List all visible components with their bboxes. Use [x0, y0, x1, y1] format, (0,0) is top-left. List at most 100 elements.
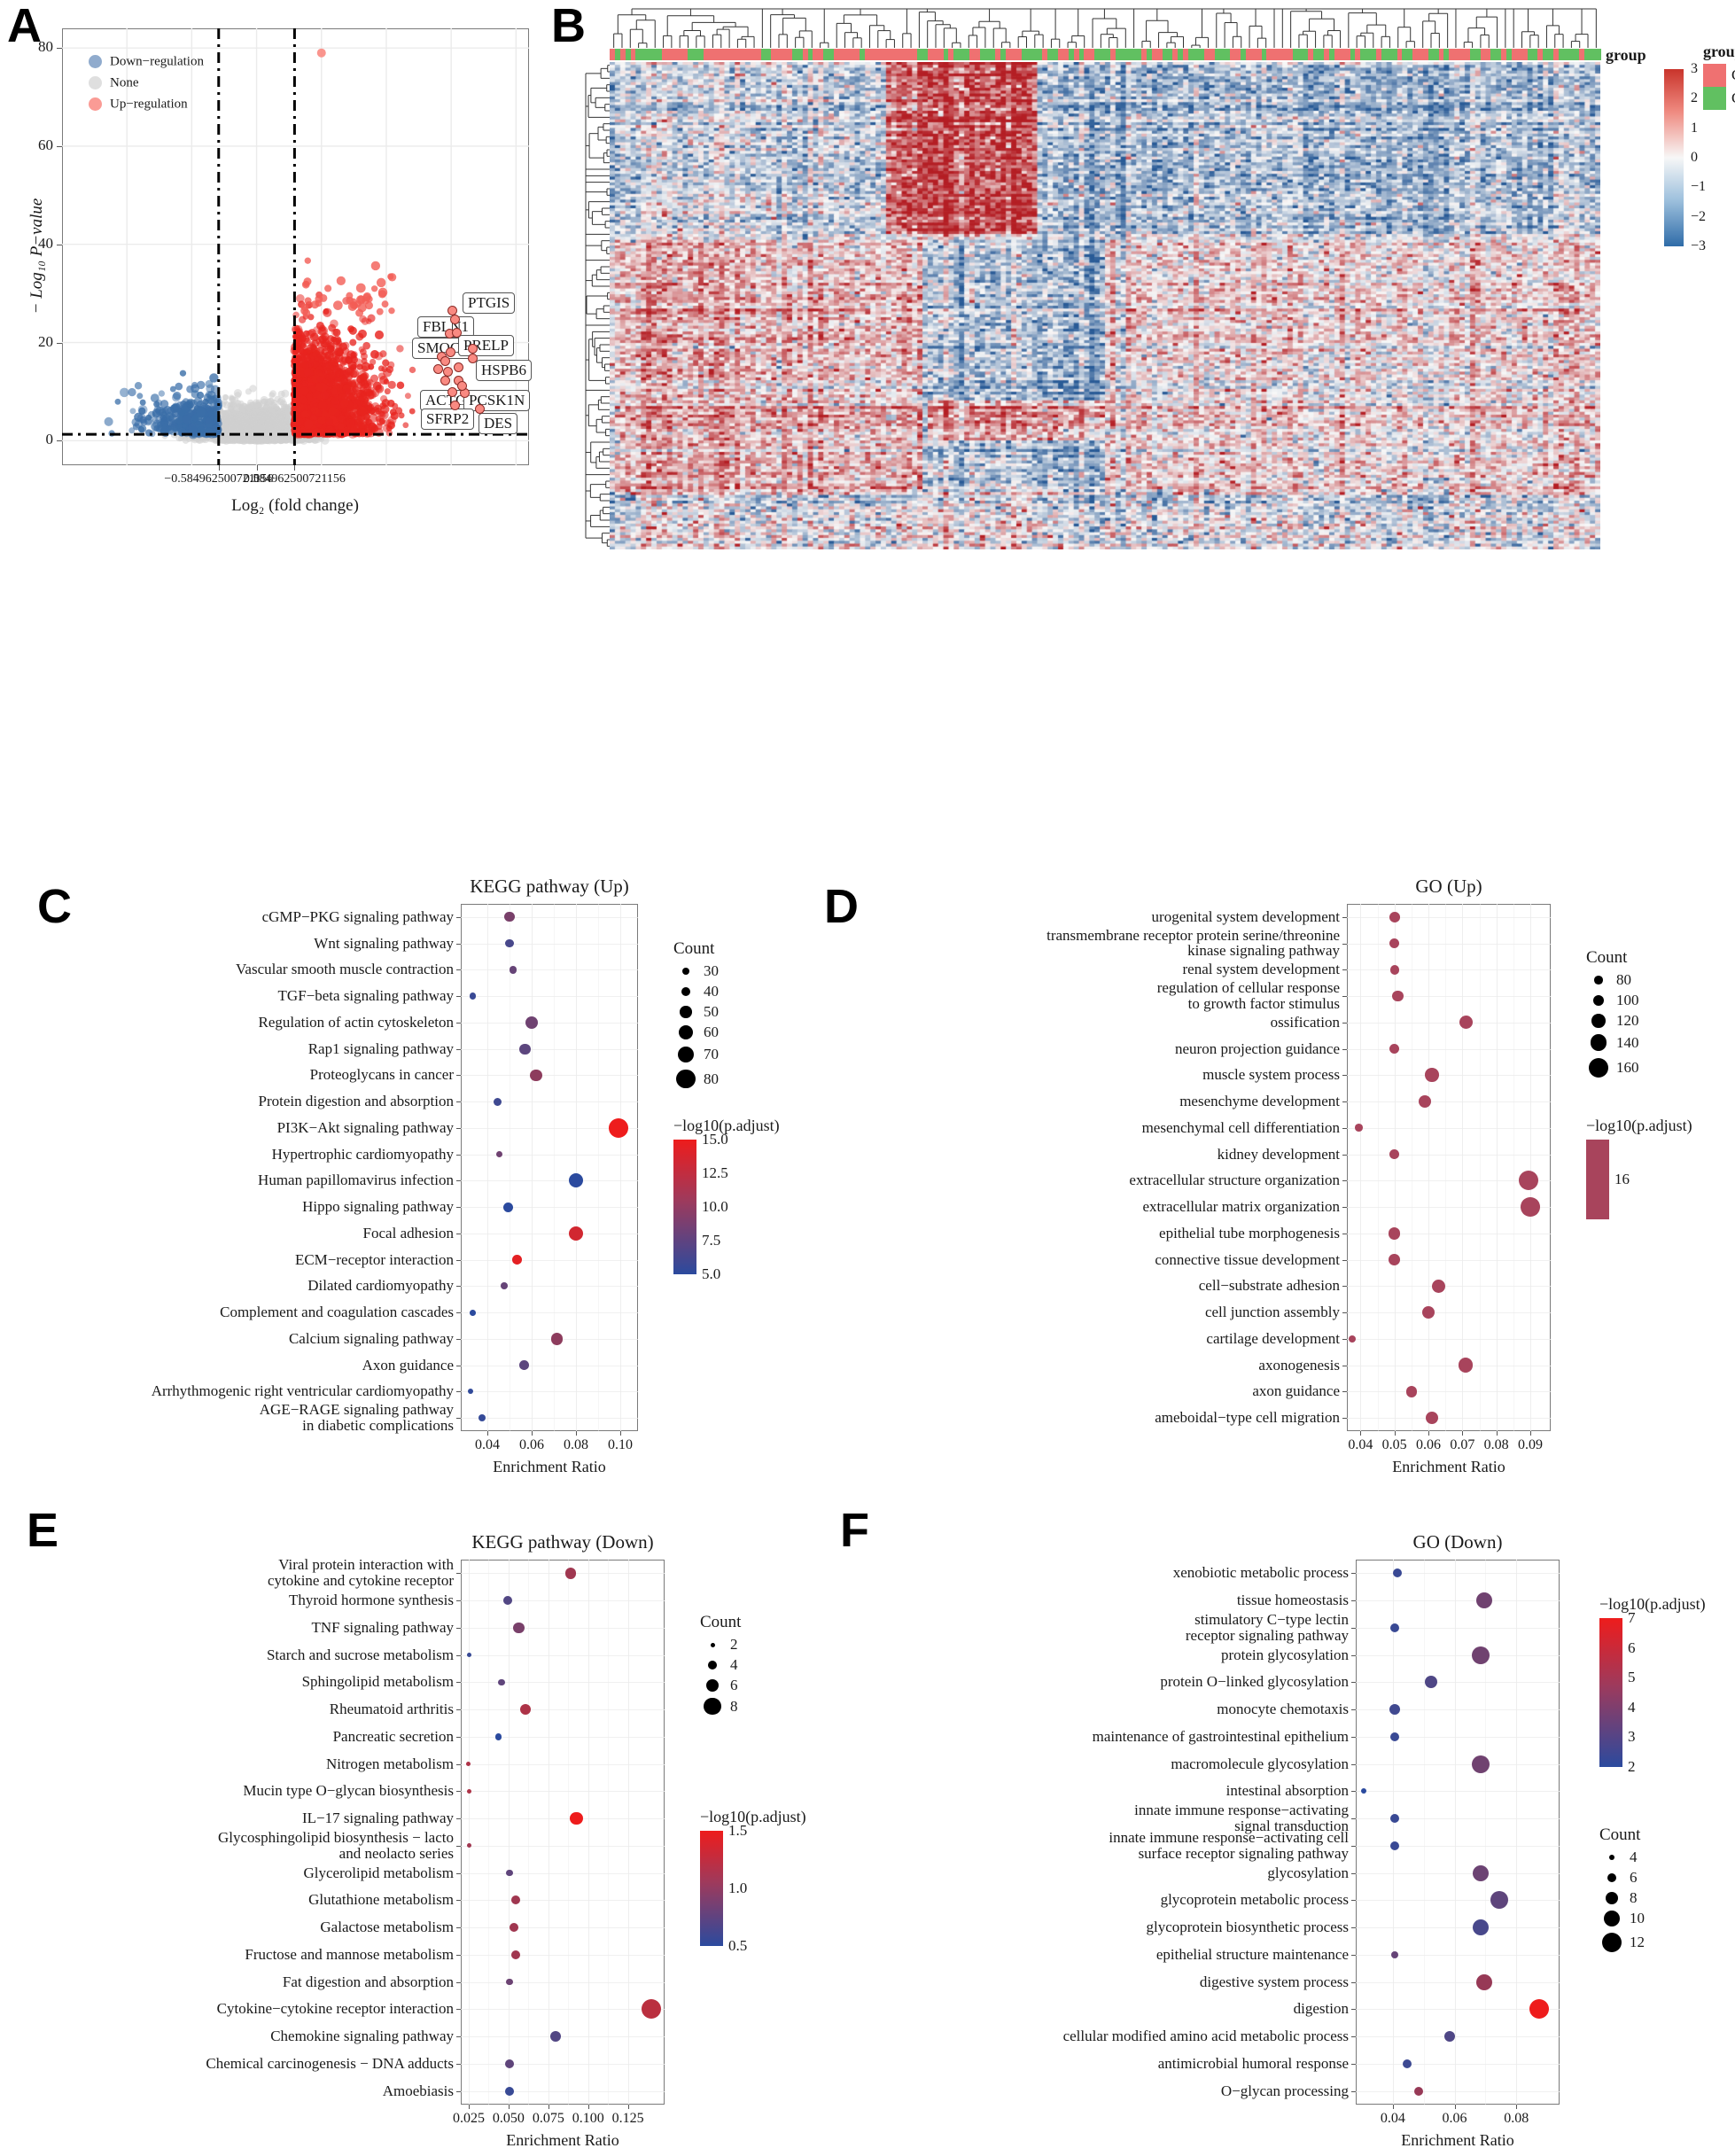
data-point[interactable] — [1475, 1592, 1492, 1609]
x-axis-tick: 0.04 — [1348, 1437, 1373, 1452]
data-point[interactable] — [1389, 965, 1399, 975]
data-point[interactable] — [641, 1999, 661, 2020]
data-point[interactable] — [1402, 2059, 1412, 2068]
x-axis-tick: 0.07 — [1450, 1437, 1475, 1452]
data-point[interactable] — [512, 1255, 523, 1265]
category-label: Nitrogen metabolism — [325, 1755, 454, 1772]
data-point[interactable] — [1473, 1864, 1490, 1881]
data-point[interactable] — [498, 1678, 505, 1686]
category-tickmark — [456, 2090, 461, 2092]
size-legend-label: 80 — [1616, 971, 1631, 988]
data-point[interactable] — [505, 939, 514, 948]
data-point[interactable] — [1355, 1124, 1363, 1132]
data-point[interactable] — [504, 912, 515, 922]
data-point[interactable] — [470, 1309, 477, 1316]
x-axis-tick: 0.08 — [564, 1437, 588, 1452]
data-point[interactable] — [1389, 1149, 1400, 1160]
data-point[interactable] — [1472, 1755, 1490, 1773]
x-axis-tickmark — [1360, 1431, 1362, 1436]
category-tickmark — [1351, 1627, 1356, 1629]
gridline-v-minor — [528, 1560, 530, 2105]
category-label: Sphingolipid metabolism — [301, 1673, 454, 1691]
size-legend-label: 100 — [1616, 992, 1639, 1008]
volcano-highlight-point — [452, 328, 462, 338]
data-point[interactable] — [494, 1733, 502, 1740]
data-point[interactable] — [513, 1622, 525, 1633]
volcano-legend-label: Up−regulation — [110, 97, 188, 112]
data-point[interactable] — [1472, 1646, 1490, 1664]
data-point[interactable] — [1389, 1704, 1400, 1716]
data-point[interactable] — [1389, 911, 1400, 922]
data-point[interactable] — [506, 1978, 513, 1986]
data-point[interactable] — [1425, 1412, 1438, 1425]
size-legend-label: 6 — [730, 1677, 738, 1693]
size-legend-label: 8 — [1630, 1889, 1638, 1906]
size-legend-swatch — [681, 967, 690, 976]
volcano-highlight-point — [457, 381, 467, 391]
data-point[interactable] — [564, 1568, 577, 1579]
data-point[interactable] — [509, 966, 517, 974]
data-point[interactable] — [1389, 1841, 1399, 1850]
data-point[interactable] — [465, 1762, 471, 1767]
data-point[interactable] — [504, 2086, 514, 2096]
data-point[interactable] — [478, 1414, 486, 1422]
gridline-h — [461, 1900, 665, 1902]
data-point[interactable] — [500, 1282, 508, 1290]
data-point[interactable] — [1392, 990, 1404, 1002]
category-label: AGE−RAGE signaling pathway in diabetic co… — [259, 1401, 454, 1435]
size-legend-label: 6 — [1630, 1869, 1638, 1886]
category-label: Axon guidance — [362, 1356, 454, 1374]
data-point[interactable] — [518, 1360, 529, 1370]
panel-e-kegg-down: KEGG pathway (Down) Viral protein interac… — [0, 1480, 851, 2153]
data-point[interactable] — [1405, 1386, 1418, 1397]
category-label: Proteoglycans in cancer — [309, 1066, 454, 1084]
x-axis-tick: 0.09 — [1518, 1437, 1543, 1452]
category-tickmark — [456, 1600, 461, 1602]
data-point[interactable] — [1390, 1950, 1398, 1958]
gridline-h — [461, 1600, 665, 1602]
category-tickmark — [1351, 1600, 1356, 1602]
x-axis-tickmark — [1428, 1431, 1429, 1436]
category-label: ECM−receptor interaction — [294, 1250, 454, 1268]
data-point[interactable] — [519, 1043, 531, 1055]
data-point[interactable] — [569, 1811, 583, 1825]
data-point[interactable] — [519, 1703, 531, 1716]
category-label: connective tissue development — [1155, 1250, 1340, 1268]
data-point[interactable] — [1388, 1227, 1401, 1240]
data-point[interactable] — [551, 1333, 564, 1345]
data-point[interactable] — [1459, 1016, 1473, 1030]
data-point[interactable] — [1432, 1279, 1445, 1293]
data-point[interactable] — [511, 1950, 520, 1959]
data-point[interactable] — [1389, 1254, 1400, 1265]
x-axis-tickmark — [587, 2105, 589, 2109]
x-axis-tick: 0.06 — [519, 1437, 544, 1452]
volcano-x-tickmark — [218, 465, 220, 471]
category-tickmark — [456, 996, 461, 998]
category-tickmark — [456, 1736, 461, 1738]
data-point[interactable] — [504, 2059, 514, 2068]
gridline-h — [1356, 1981, 1560, 1983]
data-point[interactable] — [530, 1069, 542, 1082]
category-label: antimicrobial humoral response — [1157, 2054, 1349, 2072]
data-point[interactable] — [1475, 1973, 1492, 1990]
data-point[interactable] — [1424, 1068, 1439, 1083]
category-label: Pancreatic secretion — [332, 1727, 454, 1745]
data-point[interactable] — [506, 1869, 513, 1877]
data-point[interactable] — [503, 1202, 514, 1212]
data-point[interactable] — [608, 1117, 628, 1138]
size-legend-label: 10 — [1630, 1910, 1645, 1926]
gridline-v-minor — [598, 904, 599, 1431]
size-legend-swatch — [676, 1069, 696, 1089]
data-point[interactable] — [1389, 1623, 1399, 1632]
category-tickmark — [456, 969, 461, 971]
data-point[interactable] — [1389, 1814, 1399, 1824]
data-point[interactable] — [1348, 1335, 1356, 1343]
volcano-y-tickmark — [57, 145, 62, 147]
data-point[interactable] — [503, 1596, 512, 1606]
data-point[interactable] — [1521, 1197, 1540, 1217]
category-label: Thyroid hormone synthesis — [288, 1592, 454, 1609]
volcano-highlight-point — [454, 362, 463, 372]
data-point[interactable] — [493, 1097, 502, 1106]
heatmap-annotation-label: group — [1606, 46, 1646, 64]
data-point[interactable] — [1389, 1732, 1399, 1741]
